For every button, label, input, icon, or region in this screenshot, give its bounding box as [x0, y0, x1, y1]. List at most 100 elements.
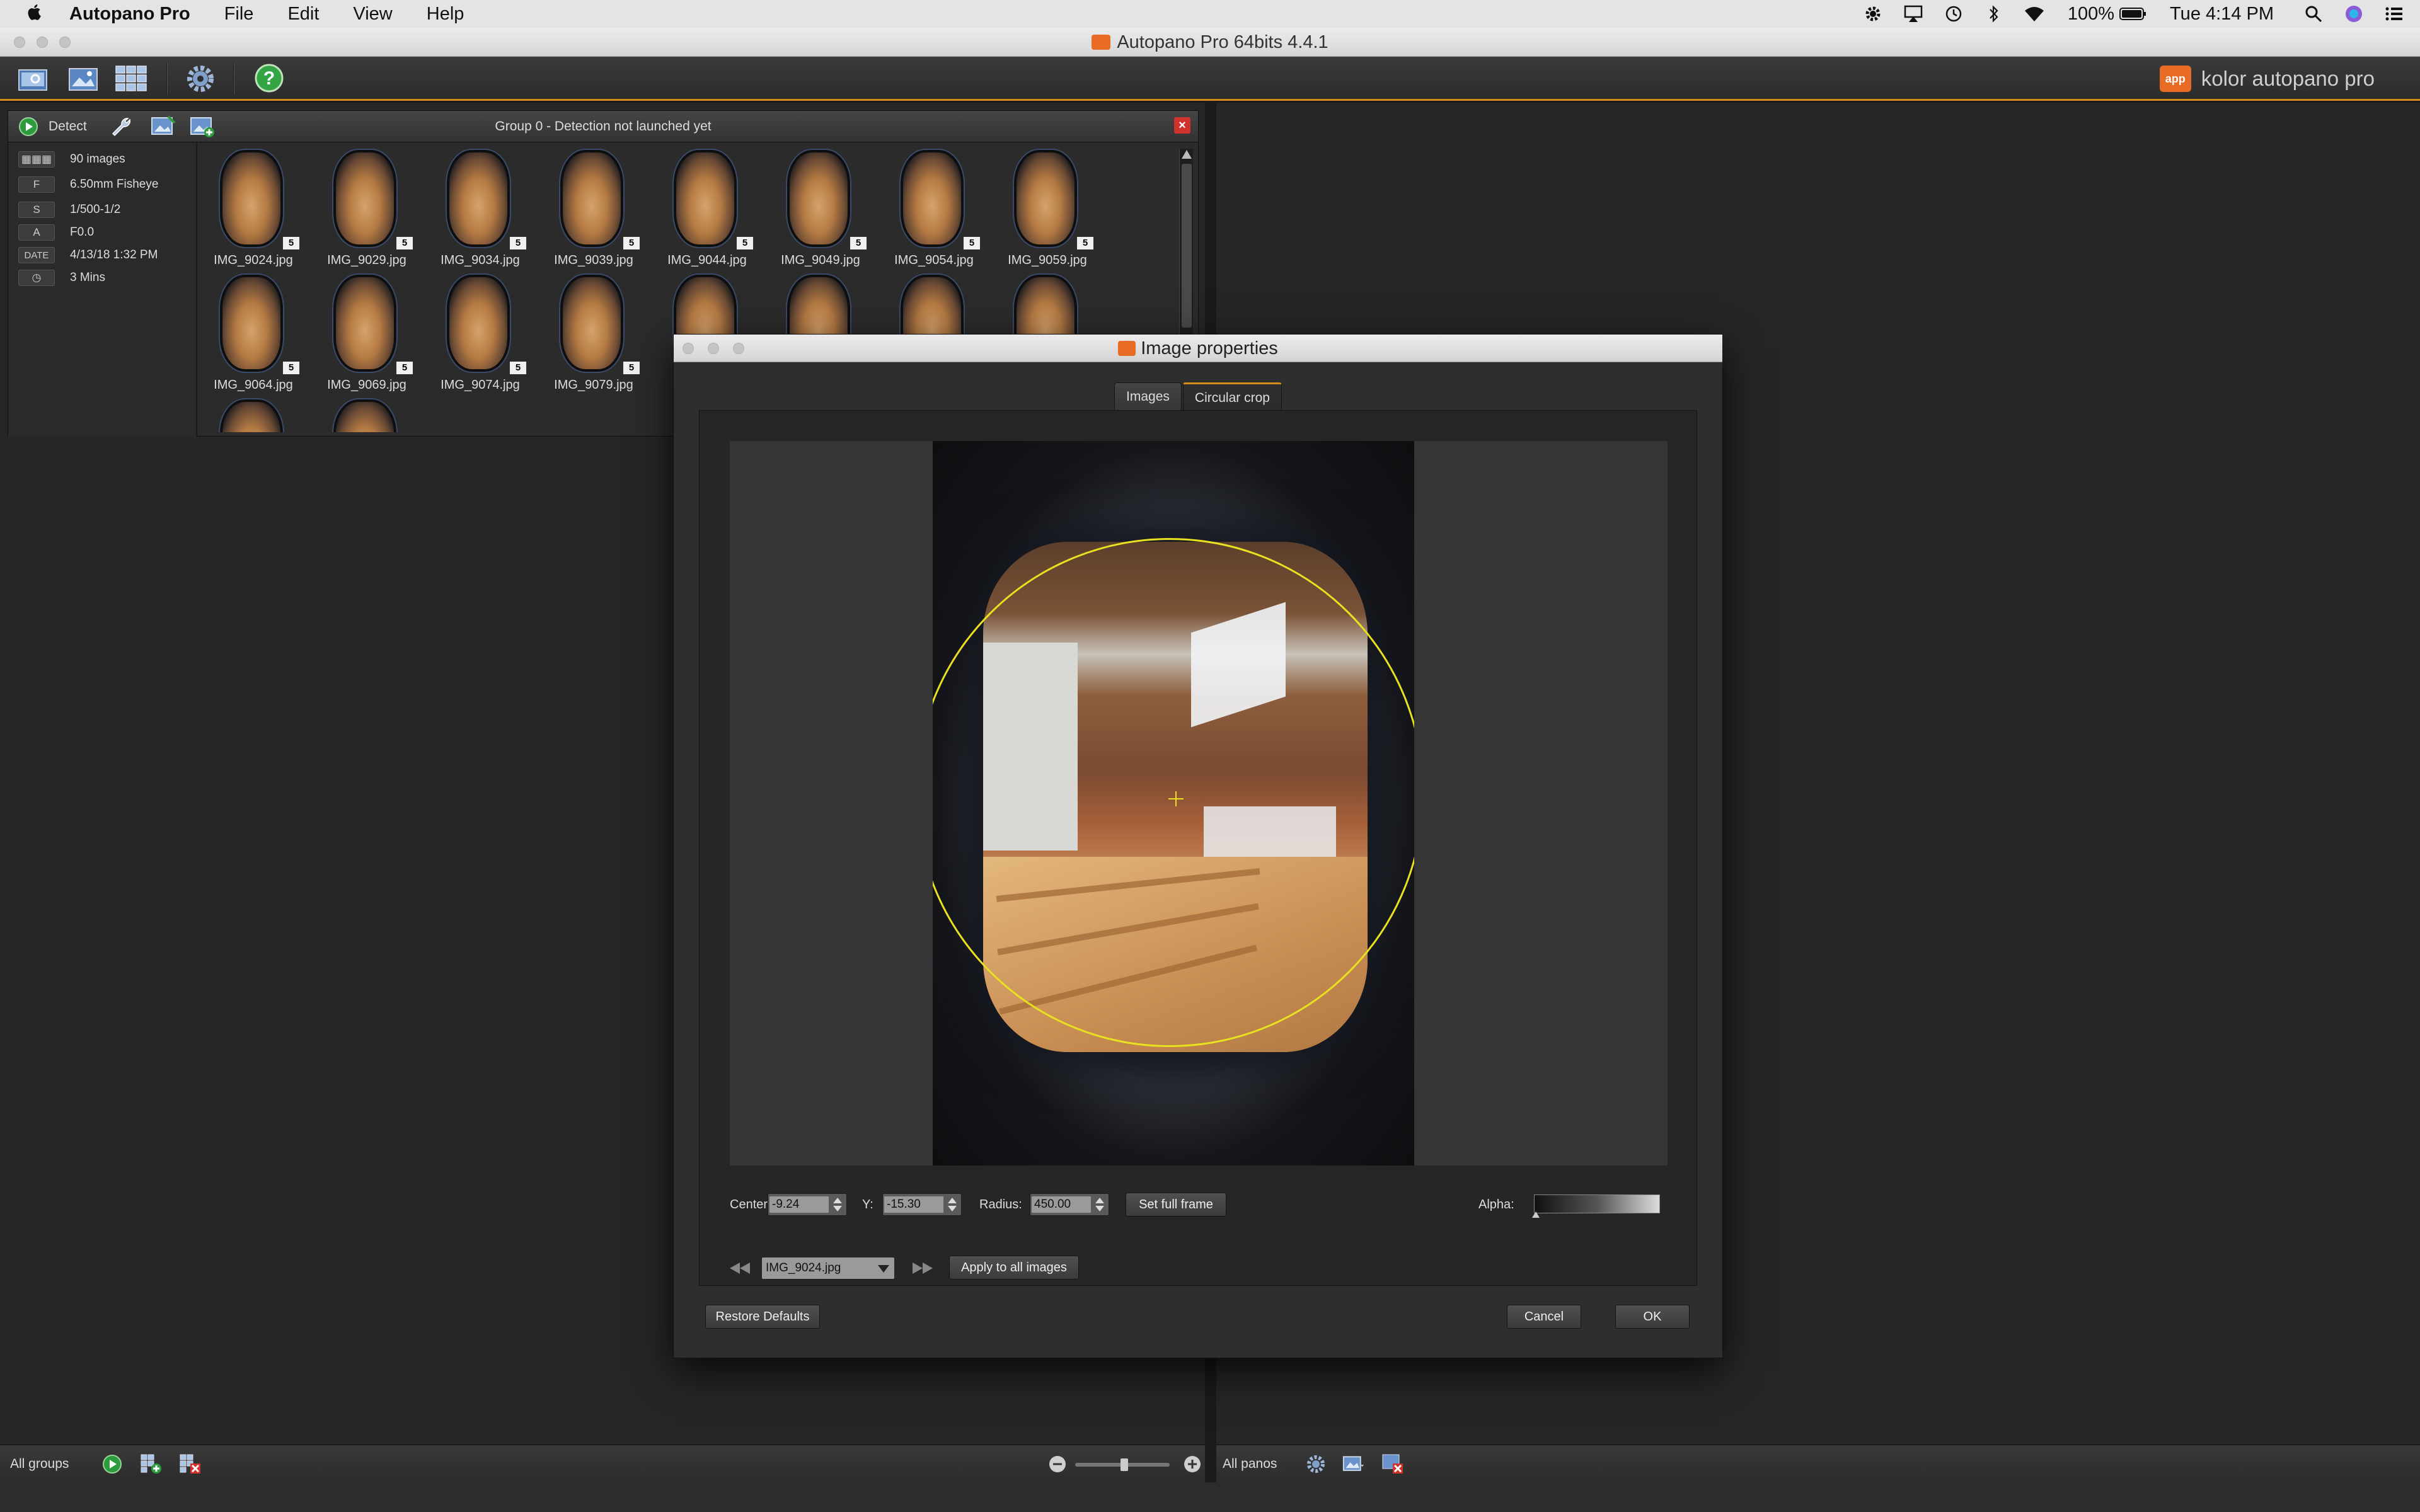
scroll-thumb[interactable]: [1182, 164, 1192, 328]
all-groups-label: All groups: [10, 1457, 69, 1471]
thumbnail-badge: 5: [964, 237, 980, 249]
y-input[interactable]: [884, 1196, 943, 1213]
menu-edit[interactable]: Edit: [287, 4, 319, 25]
apply-to-all-images-button[interactable]: Apply to all images: [949, 1256, 1079, 1280]
tab-images[interactable]: Images: [1114, 382, 1182, 410]
window-close-button[interactable]: [14, 37, 25, 48]
time-machine-icon[interactable]: [1943, 3, 1964, 25]
info-focal: F 6.50mm Fisheye: [18, 175, 158, 194]
dialog-close-button[interactable]: [683, 343, 694, 354]
info-aperture: A F0.0: [18, 223, 94, 242]
brand-text: kolor autopano pro: [2201, 67, 2375, 90]
menu-file[interactable]: File: [224, 4, 254, 25]
window-zoom-button[interactable]: [59, 37, 71, 48]
zoom-out-icon[interactable]: [1046, 1453, 1069, 1475]
cancel-button[interactable]: Cancel: [1507, 1305, 1581, 1329]
tab-circular-crop[interactable]: Circular crop: [1182, 382, 1282, 410]
alpha-gradient-slider[interactable]: [1532, 1194, 1660, 1218]
thumbnail-image: [219, 149, 284, 248]
window-title: Autopano Pro 64bits 4.4.1: [1117, 32, 1328, 52]
spotlight-search-icon[interactable]: [2303, 3, 2324, 25]
clock-icon: ◷: [18, 270, 55, 286]
thumbnail-image: [332, 273, 398, 373]
apple-menu-icon[interactable]: [0, 3, 69, 26]
circular-crop-content: Center X: Y: Radius: Set full frame Alph…: [699, 410, 1697, 1286]
svg-text:?: ?: [263, 68, 275, 89]
thumbnail-badge: 5: [396, 237, 413, 249]
y-stepper[interactable]: [946, 1196, 959, 1214]
window-minimize-button[interactable]: [37, 37, 48, 48]
image-properties-dialog: Image properties Images Circular crop Ce…: [673, 334, 1723, 1358]
groups-status-bar: All groups: [0, 1445, 1205, 1482]
dialog-minimize-button[interactable]: [708, 343, 719, 354]
set-full-frame-button[interactable]: Set full frame: [1126, 1193, 1226, 1217]
dialog-titlebar: Image properties: [674, 335, 1722, 362]
y-spinbox[interactable]: [882, 1193, 962, 1216]
next-image-icon[interactable]: [911, 1260, 934, 1276]
ok-button[interactable]: OK: [1615, 1305, 1690, 1329]
bluetooth-icon[interactable]: [1983, 3, 2005, 25]
thumbnail-caption: IMG_9029.jpg: [327, 253, 406, 267]
thumbnail-image: [559, 273, 625, 373]
remove-pano-icon[interactable]: [1381, 1453, 1404, 1475]
pano-settings-gear-icon[interactable]: [1305, 1453, 1327, 1475]
image-select-value: IMG_9024.jpg: [766, 1261, 841, 1274]
previous-image-icon[interactable]: [729, 1260, 751, 1276]
thumbnail-caption: IMG_9074.jpg: [441, 378, 520, 392]
airplay-icon[interactable]: [1903, 3, 1924, 25]
settings-gear-icon[interactable]: [183, 62, 218, 96]
thumbnail-caption: IMG_9049.jpg: [781, 253, 860, 267]
bottom-strip: [0, 1482, 2420, 1512]
alpha-label: Alpha:: [1478, 1198, 1514, 1211]
group-close-button[interactable]: ×: [1174, 117, 1190, 134]
all-panos-label: All panos: [1223, 1457, 1277, 1471]
center-x-stepper[interactable]: [831, 1196, 844, 1214]
center-x-input[interactable]: [769, 1196, 829, 1213]
app-icon: [1092, 35, 1111, 50]
batch-grid-button[interactable]: [113, 62, 149, 96]
crop-center-crosshair[interactable]: [1168, 791, 1184, 806]
dialog-zoom-button[interactable]: [733, 343, 744, 354]
thumbnail-badge: 5: [737, 237, 753, 249]
fisheye-preview-image[interactable]: [933, 441, 1414, 1166]
thumbnail-image: [899, 149, 965, 248]
image-select[interactable]: IMG_9024.jpg: [761, 1257, 895, 1280]
center-x-spinbox[interactable]: [768, 1193, 847, 1216]
thumbnail-badge: 5: [510, 362, 526, 374]
autopano-logo-icon: app: [2159, 66, 2191, 92]
app-menu[interactable]: Autopano Pro: [69, 4, 190, 25]
zoom-slider-knob[interactable]: [1121, 1458, 1128, 1471]
open-images-button[interactable]: [66, 62, 101, 96]
dialog-title: Image properties: [1141, 338, 1278, 358]
radius-input[interactable]: [1032, 1196, 1091, 1213]
detect-all-play-icon[interactable]: [101, 1453, 124, 1475]
dialog-tabs: Images Circular crop: [674, 382, 1722, 410]
zoom-slider[interactable]: [1075, 1458, 1170, 1471]
clock[interactable]: Tue 4:14 PM: [2170, 4, 2274, 25]
thumbnail-image: [332, 398, 398, 432]
radius-spinbox[interactable]: [1030, 1193, 1109, 1216]
restore-defaults-button[interactable]: Restore Defaults: [705, 1305, 820, 1329]
zoom-in-icon[interactable]: [1181, 1453, 1204, 1475]
menu-view[interactable]: View: [353, 4, 392, 25]
alpha-slider-handle[interactable]: [1532, 1211, 1540, 1218]
thumbnail-image: [786, 149, 851, 248]
menu-help[interactable]: Help: [427, 4, 464, 25]
add-group-icon[interactable]: [140, 1453, 163, 1475]
radius-stepper[interactable]: [1093, 1196, 1106, 1214]
notification-center-icon[interactable]: [2383, 3, 2405, 25]
brand-logo: app kolor autopano pro: [2159, 64, 2375, 93]
remove-group-icon[interactable]: [179, 1453, 202, 1475]
thumbnail-caption: IMG_9054.jpg: [894, 253, 974, 267]
thumbnail-caption: IMG_9024.jpg: [214, 253, 293, 267]
scroll-up-icon[interactable]: [1182, 150, 1192, 159]
battery-icon[interactable]: [2119, 3, 2147, 25]
thumbnail-badge: 5: [396, 362, 413, 374]
wifi-icon[interactable]: [2024, 3, 2045, 25]
render-pano-icon[interactable]: [1342, 1453, 1365, 1475]
help-icon[interactable]: ?: [252, 62, 287, 96]
radius-label: Radius:: [979, 1198, 1022, 1211]
siri-icon[interactable]: [2343, 3, 2365, 25]
open-folder-button[interactable]: [15, 62, 50, 96]
gear-icon[interactable]: [1862, 3, 1884, 25]
